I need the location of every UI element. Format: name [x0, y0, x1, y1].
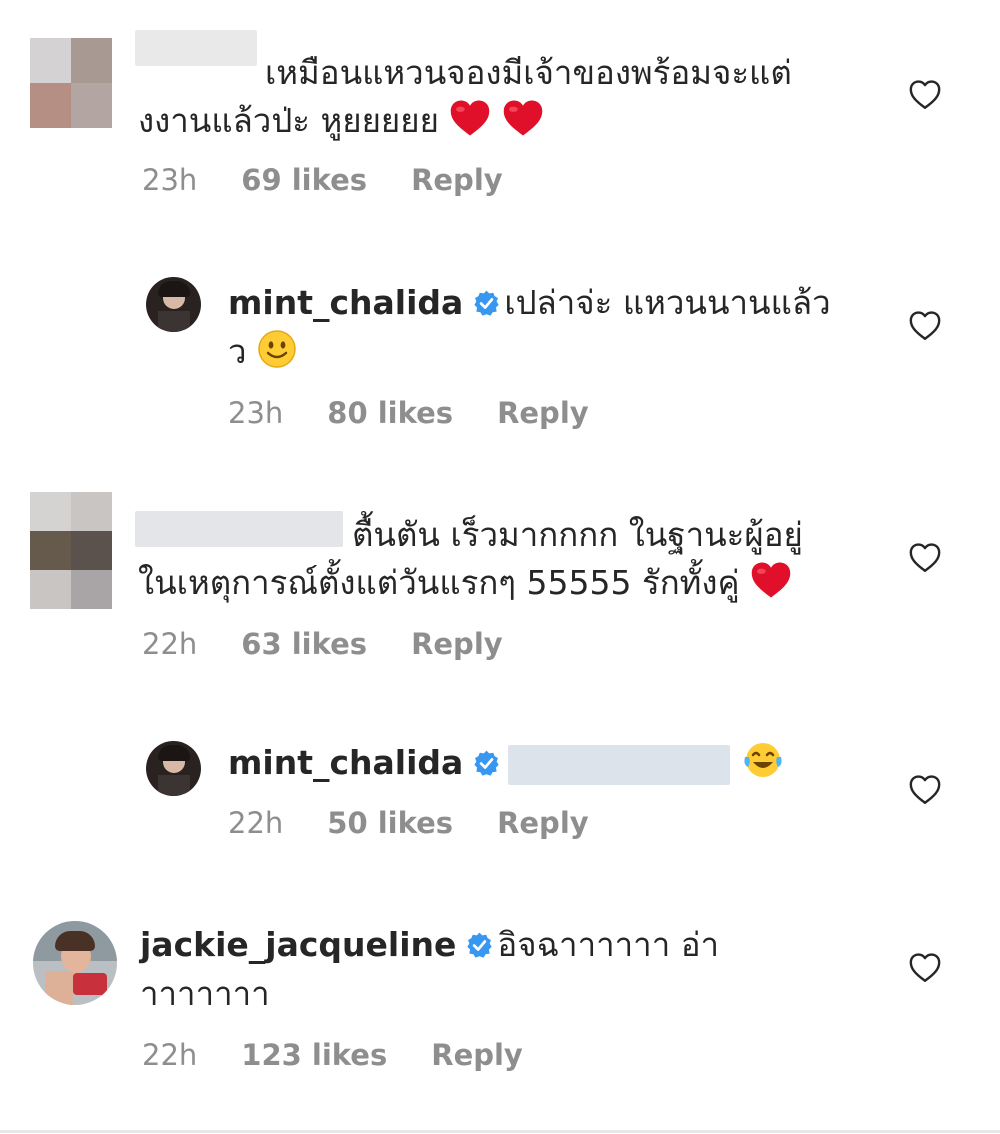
- timestamp: 23h: [142, 163, 198, 197]
- verified-badge-icon: [473, 290, 500, 317]
- reply-button[interactable]: Reply: [431, 1038, 523, 1072]
- comment-meta: 23h 69 likes Reply: [142, 163, 547, 197]
- timestamp: 23h: [228, 396, 284, 430]
- like-heart-icon[interactable]: [907, 309, 943, 343]
- comment-text-line2: ในเหตุการณ์ตั้งแต่วันแรกๆ 55555 รักทั้งค…: [138, 558, 792, 608]
- comment-text: เหมือนแหวนจองมีเจ้าของพร้อมจะแต่: [265, 53, 792, 92]
- like-heart-icon[interactable]: [907, 78, 943, 112]
- timestamp: 22h: [142, 627, 198, 661]
- like-heart-icon[interactable]: [907, 773, 943, 807]
- likes-count[interactable]: 50 likes: [327, 806, 453, 840]
- comment-meta: 22h 50 likes Reply: [228, 806, 633, 840]
- comment-text-blurred: [508, 744, 731, 785]
- slightly-smiling-face-emoji: [258, 330, 296, 368]
- verified-badge-icon: [466, 932, 493, 959]
- like-heart-icon[interactable]: [907, 951, 943, 985]
- timestamp: 22h: [142, 1038, 198, 1072]
- comment-meta: 23h 80 likes Reply: [228, 396, 633, 430]
- username-link[interactable]: mint_chalida: [228, 743, 463, 782]
- avatar-pixelated[interactable]: [30, 38, 112, 128]
- avatar[interactable]: [33, 921, 117, 1005]
- username-link[interactable]: jackie_jacqueline: [140, 925, 456, 964]
- username-link[interactable]: mint_chalida: [228, 283, 463, 322]
- red-heart-emoji: [449, 98, 491, 138]
- comment-text: mint_chalida: [228, 738, 785, 788]
- comment-text-line2: ว: [228, 327, 297, 377]
- comment-meta: 22h 123 likes Reply: [142, 1038, 567, 1072]
- likes-count[interactable]: 63 likes: [241, 627, 367, 661]
- timestamp: 22h: [228, 806, 284, 840]
- red-heart-emoji: [750, 560, 792, 600]
- likes-count[interactable]: 123 likes: [241, 1038, 387, 1072]
- avatar[interactable]: [146, 277, 201, 332]
- username-blurred[interactable]: [135, 30, 257, 66]
- reply-button[interactable]: Reply: [497, 806, 589, 840]
- face-with-tears-of-joy-emoji: [744, 743, 782, 777]
- avatar-pixelated[interactable]: [30, 492, 112, 609]
- comment-meta: 22h 63 likes Reply: [142, 627, 547, 661]
- avatar[interactable]: [146, 741, 201, 796]
- comment-text: ตื้นตัน เร็วมากกกก ในฐานะผู้อยู่: [352, 515, 803, 554]
- red-heart-emoji: [502, 98, 544, 138]
- divider: [0, 1130, 1000, 1133]
- comment-text: jackie_jacqueline อิจฉาาาาาา อ่า: [140, 925, 720, 964]
- comment-text-line2: าาาาาาา: [140, 974, 270, 1013]
- verified-badge-icon: [473, 750, 500, 777]
- reply-button[interactable]: Reply: [411, 627, 503, 661]
- likes-count[interactable]: 80 likes: [327, 396, 453, 430]
- likes-count[interactable]: 69 likes: [241, 163, 367, 197]
- comment-text-line2: งงานแล้วป่ะ หูยยยยย: [138, 96, 544, 146]
- comment-text: mint_chalida เปล่าจ่ะ แหวนนานแล้ว: [228, 283, 831, 322]
- like-heart-icon[interactable]: [907, 541, 943, 575]
- reply-button[interactable]: Reply: [497, 396, 589, 430]
- username-blurred[interactable]: [135, 511, 343, 547]
- reply-button[interactable]: Reply: [411, 163, 503, 197]
